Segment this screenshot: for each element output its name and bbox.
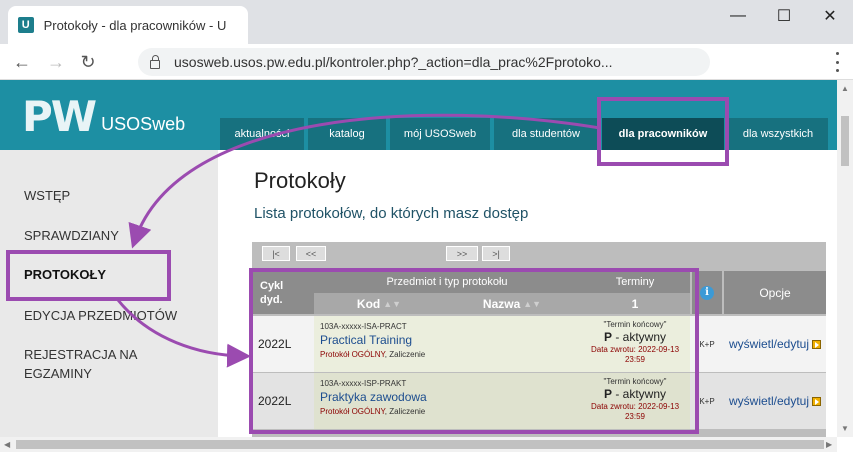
- page-subtitle: Lista protokołów, do których masz dostęp: [254, 205, 529, 222]
- header-cycle-label: Cykl dyd.: [260, 279, 284, 306]
- tab-title: Protokoły - dla pracowników - U: [43, 17, 227, 33]
- status-letter: P: [603, 330, 612, 344]
- vertical-scroll-thumb[interactable]: [841, 116, 849, 166]
- page-title: Protokoły: [254, 168, 346, 193]
- return-date: Data zwrotu: 2022-09-13 23:59: [590, 345, 680, 364]
- pager-first-button[interactable]: |<: [262, 246, 290, 261]
- cell-kp: K+P: [699, 396, 715, 406]
- browser-toolbar: ← → ↻ usosweb.usos.pw.edu.pl/kontroler.p…: [0, 44, 853, 80]
- sidebar-item-intro[interactable]: WSTĘP: [24, 186, 70, 205]
- scroll-right-icon[interactable]: ▶: [826, 440, 832, 449]
- cell-kp: K+P: [699, 339, 715, 349]
- maximize-icon[interactable]: ☐: [761, 0, 807, 32]
- sidebar: WSTĘP SPRAWDZIANY PROTOKOŁY EDYCJA PRZED…: [0, 150, 218, 437]
- external-link-icon[interactable]: [812, 396, 822, 406]
- protocol-type: Protokół OGÓLNY, Zaliczenie: [320, 350, 574, 359]
- info-icon[interactable]: i: [700, 285, 714, 300]
- vertical-scrollbar[interactable]: ▲ ▼: [837, 80, 853, 437]
- view-edit-link[interactable]: wyświetl/edytuj: [729, 337, 809, 351]
- sort-arrows-icon[interactable]: ▲▼: [523, 299, 541, 309]
- term-name: "Termin końcowy": [603, 377, 667, 386]
- header-cycle[interactable]: Cykl dyd.: [252, 271, 314, 314]
- scroll-down-icon[interactable]: ▼: [841, 424, 849, 433]
- view-edit-link[interactable]: wyświetl/edytuj: [729, 394, 809, 408]
- browser-menu-icon[interactable]: [835, 52, 839, 72]
- scroll-left-icon[interactable]: ◀: [4, 440, 10, 449]
- return-date: Data zwrotu: 2022-09-13 23:59: [590, 402, 680, 421]
- nav-tab-students[interactable]: dla studentów: [494, 118, 598, 150]
- protocol-type-suffix: , Zaliczenie: [384, 350, 426, 359]
- pager-prev-button[interactable]: <<: [296, 246, 326, 261]
- protocol-type-prefix: Protokół OGÓLNY: [320, 407, 385, 416]
- logo-mark: PW: [22, 92, 97, 141]
- header-options: Opcje: [724, 271, 826, 314]
- url-text: usosweb.usos.pw.edu.pl/kontroler.php?_ac…: [174, 54, 613, 70]
- sort-arrows-icon[interactable]: ▲▼: [383, 299, 401, 309]
- header-name[interactable]: Nazwa ▲▼: [444, 293, 580, 314]
- header-subject-group: Przedmiot i typ protokołu: [314, 271, 580, 293]
- term-name: "Termin końcowy": [603, 320, 667, 329]
- logo-text: USOSweb: [101, 114, 186, 134]
- scroll-up-icon[interactable]: ▲: [841, 84, 849, 93]
- table-row: 2022L 103A-xxxxx-ISP-PRAKT Praktyka zawo…: [252, 373, 826, 429]
- header-code[interactable]: Kod ▲▼: [314, 293, 444, 314]
- protocols-table: |< << >> >| Cykl dyd. Przedmiot i typ pr…: [252, 242, 826, 437]
- pager-next-button[interactable]: >>: [446, 246, 478, 261]
- external-link-icon[interactable]: [812, 339, 822, 349]
- cell-options: wyświetl/edytuj: [724, 373, 826, 429]
- cell-subject: 103A-xxxxx-ISA-PRACT Practical Training …: [314, 316, 580, 372]
- sidebar-item-protocols[interactable]: PROTOKOŁY: [24, 265, 106, 284]
- nav-tab-catalog[interactable]: katalog: [308, 118, 386, 150]
- pager: |< << >> >|: [252, 242, 826, 264]
- cell-cycle: 2022L: [258, 337, 292, 351]
- subject-name-link[interactable]: Practical Training: [320, 333, 574, 347]
- back-arrow-icon[interactable]: ←: [8, 48, 36, 76]
- horizontal-scroll-thumb[interactable]: [16, 440, 824, 449]
- nav-tab-news[interactable]: aktualności: [220, 118, 304, 150]
- forward-arrow-icon[interactable]: →: [42, 48, 70, 76]
- favicon-icon: U: [18, 17, 34, 33]
- term-status: P - aktywny: [580, 330, 690, 344]
- header-name-label: Nazwa: [482, 296, 521, 311]
- browser-tab[interactable]: U Protokoły - dla pracowników - U: [8, 6, 248, 44]
- cell-cycle: 2022L: [258, 394, 292, 408]
- subject-name-link[interactable]: Praktyka zawodowa: [320, 390, 574, 404]
- term-status: P - aktywny: [580, 387, 690, 401]
- subject-code: 103A-xxxxx-ISA-PRACT: [320, 322, 407, 331]
- subject-code: 103A-xxxxx-ISP-PRAKT: [320, 379, 407, 388]
- protocol-type: Protokół OGÓLNY, Zaliczenie: [320, 407, 574, 416]
- close-icon[interactable]: ✕: [807, 0, 853, 32]
- table-row: 2022L 103A-xxxxx-ISA-PRACT Practical Tra…: [252, 316, 826, 372]
- browser-titlebar: U Protokoły - dla pracowników - U — ☐ ✕: [0, 0, 853, 44]
- status-text: - aktywny: [612, 387, 667, 401]
- reload-icon[interactable]: ↻: [74, 48, 102, 76]
- cell-subject: 103A-xxxxx-ISP-PRAKT Praktyka zawodowa P…: [314, 373, 580, 429]
- header-code-label: Kod: [356, 296, 381, 311]
- cell-term: "Termin końcowy" P - aktywny Data zwrotu…: [580, 373, 690, 429]
- status-letter: P: [603, 387, 612, 401]
- main-nav: aktualności katalog mój USOSweb dla stud…: [220, 118, 832, 150]
- site-header: PW USOSweb aktualności katalog mój USOSw…: [0, 80, 837, 150]
- cell-options: wyświetl/edytuj: [724, 316, 826, 372]
- protocol-type-suffix: , Zaliczenie: [384, 407, 426, 416]
- pager-last-button[interactable]: >|: [482, 246, 510, 261]
- address-bar[interactable]: usosweb.usos.pw.edu.pl/kontroler.php?_ac…: [138, 48, 710, 76]
- sidebar-item-tests[interactable]: SPRAWDZIANY: [24, 226, 119, 245]
- protocol-type-prefix: Protokół OGÓLNY: [320, 350, 385, 359]
- lock-icon: [150, 54, 160, 69]
- nav-tab-everyone[interactable]: dla wszystkich: [728, 118, 828, 150]
- status-text: - aktywny: [612, 330, 667, 344]
- cell-term: "Termin końcowy" P - aktywny Data zwrotu…: [580, 316, 690, 372]
- sidebar-item-exam-registration[interactable]: REJESTRACJA NA EGZAMINY: [24, 345, 154, 383]
- sidebar-item-course-edit[interactable]: EDYCJA PRZEDMIOTÓW: [24, 306, 177, 325]
- header-term-number: 1: [580, 293, 690, 314]
- horizontal-scrollbar[interactable]: ◀ ▶: [0, 437, 837, 452]
- nav-tab-my-usosweb[interactable]: mój USOSweb: [390, 118, 490, 150]
- minimize-icon[interactable]: —: [715, 0, 761, 32]
- nav-tab-staff[interactable]: dla pracowników: [602, 118, 724, 150]
- main-content: Protokoły Lista protokołów, do których m…: [218, 150, 837, 437]
- site-logo[interactable]: PW USOSweb: [22, 92, 185, 141]
- header-info: i: [692, 271, 722, 314]
- header-terms-group: Terminy: [580, 271, 690, 293]
